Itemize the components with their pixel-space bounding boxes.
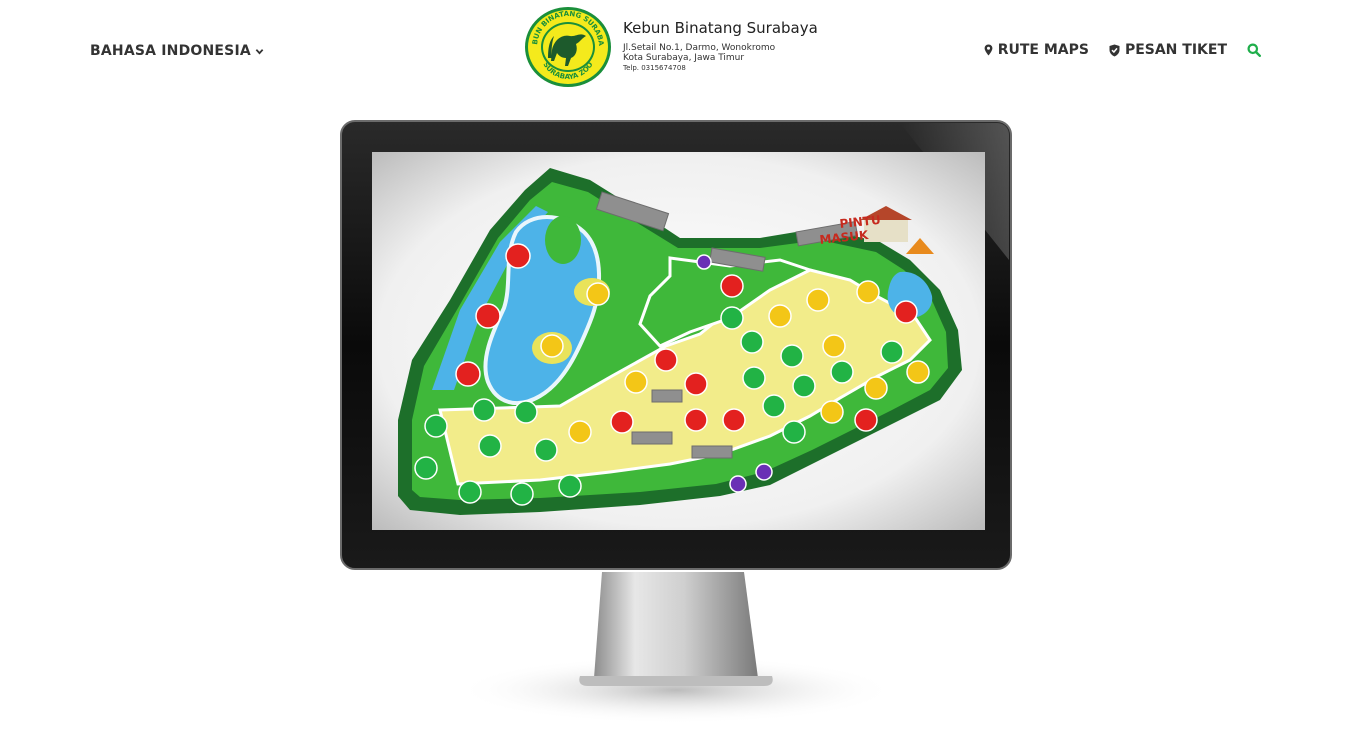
- search-button[interactable]: [1247, 43, 1261, 57]
- zoo-map-screen: PINTU MASUK: [372, 152, 985, 530]
- phone-number: Telp. 0315674708: [623, 64, 686, 72]
- brand-address: Jl.Setail No.1, Darmo, Wonokromo Kota Su…: [623, 43, 818, 73]
- brand-name: Kebun Binatang Surabaya: [623, 19, 818, 37]
- map-pin-icon: [984, 44, 993, 56]
- chevron-down-icon: [255, 48, 264, 54]
- nav-rute-maps[interactable]: RUTE MAPS: [984, 42, 1089, 58]
- address-line-1: Jl.Setail No.1, Darmo, Wonokromo: [623, 43, 776, 53]
- search-icon: [1247, 43, 1261, 57]
- monitor-base: [579, 676, 773, 686]
- brand[interactable]: KEBUN BINATANG SURABAYA SURABAYA ZOO Keb…: [524, 6, 818, 88]
- nav-rute-maps-label: RUTE MAPS: [997, 42, 1089, 58]
- nav-pesan-tiket[interactable]: PESAN TIKET: [1109, 42, 1227, 58]
- language-selector[interactable]: BAHASA INDONESIA: [90, 43, 264, 59]
- zoo-logo: KEBUN BINATANG SURABAYA SURABAYA ZOO: [524, 6, 611, 87]
- shield-check-icon: [1109, 44, 1120, 56]
- address-line-2: Kota Surabaya, Jawa Timur: [623, 53, 745, 63]
- monitor-stand: [594, 572, 758, 678]
- main-nav: RUTE MAPS PESAN TIKET: [984, 42, 1261, 58]
- language-label: BAHASA INDONESIA: [90, 43, 251, 59]
- nav-pesan-tiket-label: PESAN TIKET: [1124, 42, 1227, 58]
- monitor-zoo-map: PINTU MASUK: [340, 120, 1012, 724]
